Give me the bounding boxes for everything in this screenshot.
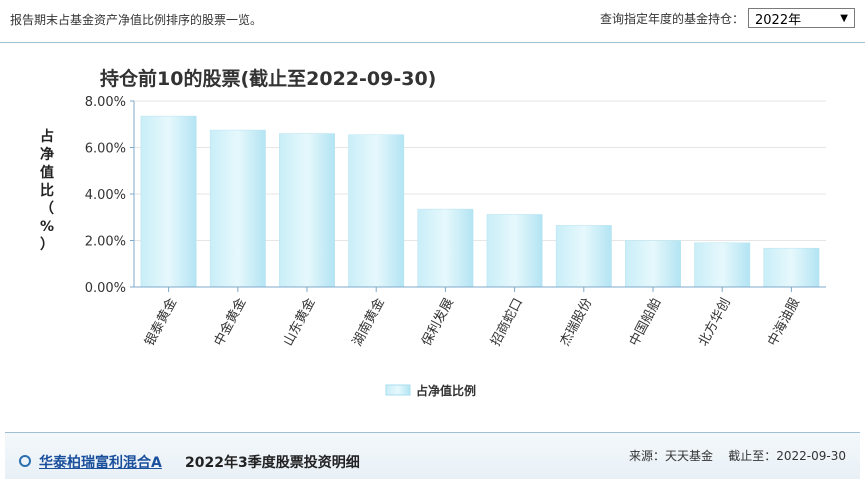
cutoff-label: 截止至：2022-09-30 [728, 449, 846, 463]
y-tick-label: 8.00% [85, 95, 126, 110]
bar-7 [555, 225, 612, 288]
bar-2 [209, 129, 266, 288]
y-tick-label: 0.00% [85, 281, 126, 296]
x-tick-label: 招商蛇口 [488, 296, 526, 349]
year-select[interactable]: 2022年 ▼ [748, 8, 855, 28]
y-tick-label: 4.00% [85, 188, 126, 203]
year-label: 查询指定年度的基金持仓： [599, 11, 744, 26]
bar-1 [140, 115, 197, 288]
bar-6 [486, 214, 543, 288]
x-tick-label: 湖南黄金 [349, 295, 388, 348]
source-info: 来源：天天基金 截止至：2022-09-30 [629, 447, 846, 464]
period-title: 2022年3季度股票投资明细 [185, 455, 360, 471]
page-description: 报告期末占基金资产净值比例排序的股票一览。 [10, 13, 263, 27]
y-axis-label: 占净值比（%） [40, 128, 54, 253]
year-query: 查询指定年度的基金持仓： 2022年 ▼ [600, 8, 855, 28]
legend-label: 占净值比例 [416, 383, 476, 398]
bar-9 [694, 242, 751, 288]
bar-10 [763, 247, 820, 288]
x-tick-label: 中金黄金 [211, 295, 250, 348]
x-tick-label: 山东黄金 [280, 295, 319, 348]
circle-bullet-icon [19, 455, 31, 467]
fund-name-link[interactable]: 华泰柏瑞富利混合A [39, 452, 162, 472]
x-tick-label: 杰瑞股份 [558, 296, 596, 349]
x-tick-label: 银泰黄金 [142, 295, 181, 348]
y-tick-label: 6.00% [85, 142, 126, 157]
bar-3 [279, 133, 335, 288]
source-label: 来源：天天基金 [628, 449, 713, 463]
chart-legend: 占净值比例 [385, 383, 476, 398]
fund-detail-bar: 华泰柏瑞富利混合A 2022年3季度股票投资明细 来源：天天基金 截止至：202… [5, 432, 860, 479]
chevron-down-icon: ▼ [840, 12, 848, 24]
bar-4 [348, 134, 405, 288]
year-select-value: 2022年 [755, 12, 802, 28]
bar-8 [625, 240, 681, 288]
x-tick-label: 保利发展 [418, 295, 457, 348]
x-tick-label: 北方华创 [695, 295, 734, 348]
y-tick-label: 2.00% [85, 235, 126, 250]
holdings-bar-chart: 持仓前10的股票(截止至2022-09-30) 占净值比（%） 0.00% 2.0… [40, 67, 826, 398]
legend-swatch [385, 384, 411, 396]
bar-5 [417, 208, 474, 288]
x-tick-label: 中国船舶 [626, 295, 665, 348]
x-tick-label: 中海油服 [765, 296, 803, 349]
top-bar: 报告期末占基金资产净值比例排序的股票一览。 查询指定年度的基金持仓： 2022年… [0, 0, 865, 43]
chart-title: 持仓前10的股票(截止至2022-09-30) [100, 67, 436, 90]
